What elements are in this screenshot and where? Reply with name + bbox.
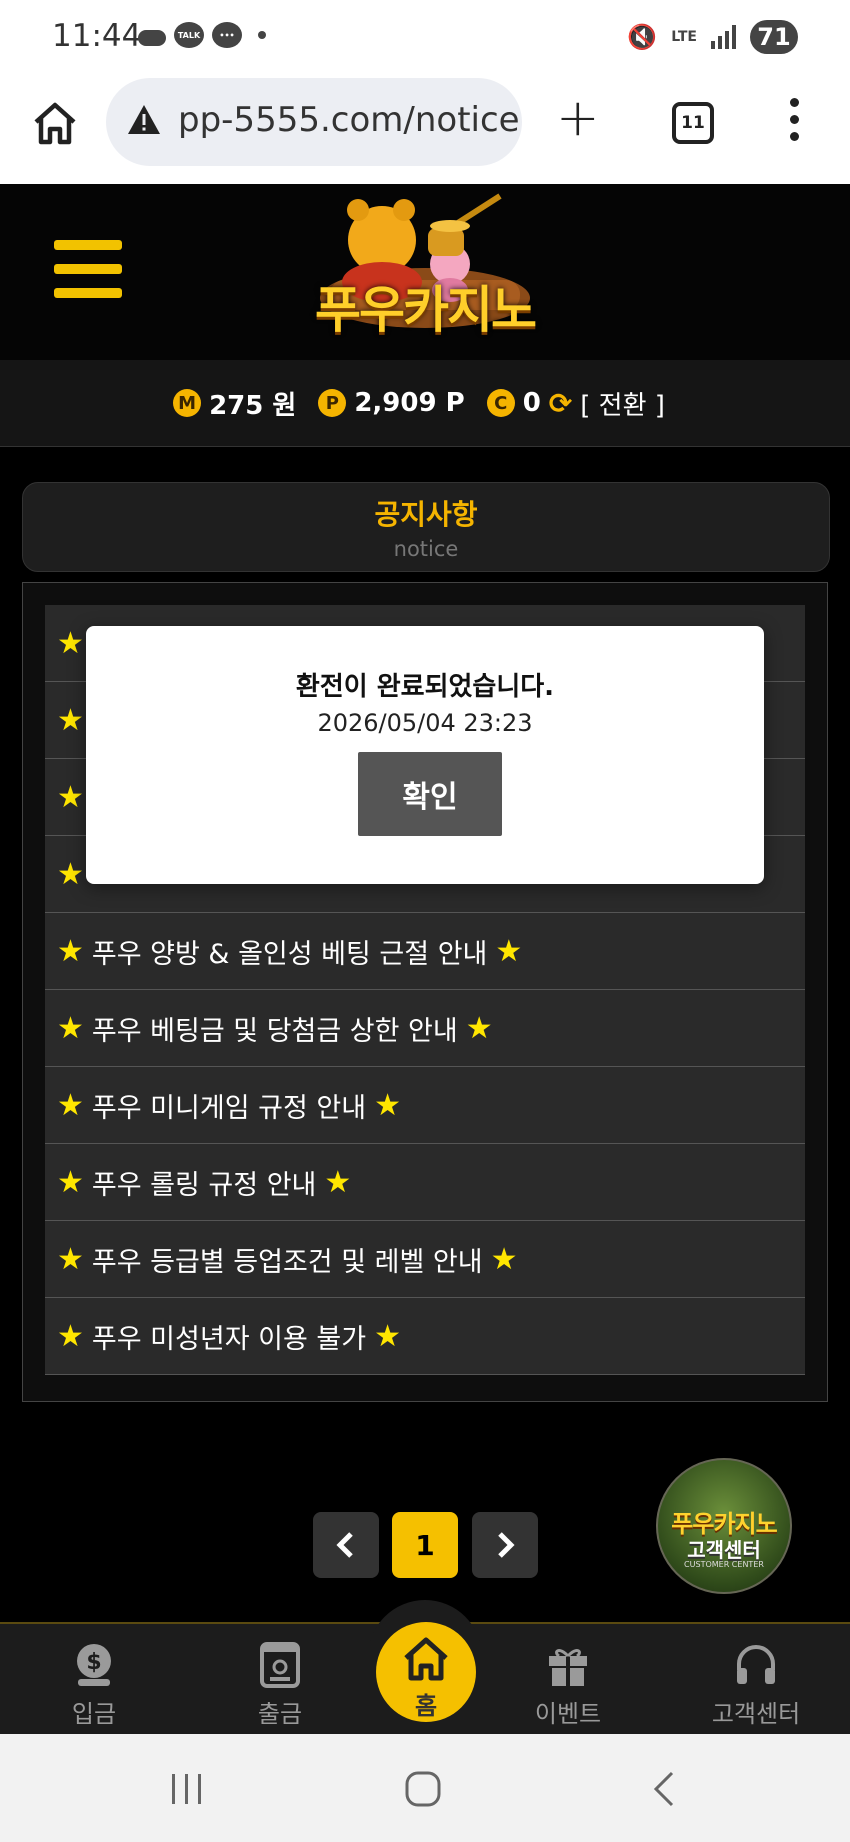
status-bar: 11:44 TALK ••• 🔇 LTE 71: [0, 0, 850, 74]
menu-icon[interactable]: [54, 240, 122, 312]
page-title: 공지사항: [374, 498, 478, 531]
nav-home-label: 홈: [414, 1692, 438, 1720]
chevron-right-icon: [498, 1532, 515, 1558]
chat-icon: •••: [212, 22, 242, 48]
notice-header: 공지사항 notice: [22, 482, 830, 572]
tab-switcher-button[interactable]: 11: [672, 102, 714, 144]
cs-badge-label: 고객센터: [687, 1538, 761, 1562]
casino-value: 0: [522, 388, 541, 418]
page-1-button[interactable]: 1: [392, 1512, 458, 1578]
kakaotalk-icon: TALK: [174, 22, 204, 48]
svg-text:$: $: [86, 1650, 101, 1675]
casino-balance: C 0 ⟳ [ 전환 ]: [486, 385, 665, 422]
money-coin-icon: M: [173, 389, 202, 417]
android-nav-bar: [0, 1734, 850, 1842]
star-icon: ★: [374, 1087, 401, 1123]
star-icon: ★: [57, 1010, 84, 1046]
signal-icon: [711, 25, 736, 49]
star-icon: ★: [57, 779, 84, 815]
notice-item[interactable]: ★ 푸우 양방 & 올인성 베팅 근절 안내 ★: [45, 913, 805, 990]
money-value: 275 원: [209, 390, 297, 421]
refresh-icon[interactable]: ⟳: [549, 387, 572, 420]
notice-item[interactable]: ★ 푸우 미성년자 이용 불가 ★: [45, 1298, 805, 1375]
more-menu-icon[interactable]: [790, 98, 800, 149]
page-subtitle: notice: [393, 537, 459, 561]
star-icon: ★: [465, 1010, 493, 1046]
star-icon: ★: [57, 625, 84, 661]
point-value: 2,909 P: [354, 388, 465, 418]
site-logo[interactable]: 푸우카지노: [300, 188, 550, 356]
money-balance: M 275 원: [173, 385, 296, 422]
star-icon: ★: [374, 1318, 401, 1354]
notice-item[interactable]: ★ 푸우 미니게임 규정 안내 ★: [45, 1067, 805, 1144]
notice-item[interactable]: ★ 푸우 등급별 등업조건 및 레벨 안내 ★: [45, 1221, 805, 1298]
chevron-left-icon: [336, 1532, 353, 1558]
warning-icon[interactable]: [126, 102, 162, 138]
star-icon: ★: [57, 1164, 84, 1200]
house-icon: [404, 1637, 448, 1681]
notice-item[interactable]: ★ 푸우 롤링 규정 안내 ★: [45, 1144, 805, 1221]
star-icon: ★: [57, 1318, 84, 1354]
star-icon: ★: [57, 1241, 84, 1277]
notice-item[interactable]: ★ 푸우 베팅금 및 당첨금 상한 안내 ★: [45, 990, 805, 1067]
cloud-icon: [138, 30, 166, 46]
nav-withdraw-label: 출금: [257, 1700, 303, 1728]
mute-icon: 🔇: [627, 23, 658, 51]
notice-item-label: 푸우 미니게임 규정 안내: [91, 1092, 367, 1124]
star-icon: ★: [57, 1087, 84, 1123]
nav-support[interactable]: 고객센터: [696, 1640, 816, 1729]
nav-event-label: 이벤트: [534, 1700, 602, 1728]
url-text[interactable]: pp-5555.com/notice: [178, 100, 520, 140]
point-balance: P 2,909 P: [318, 388, 465, 418]
star-icon: ★: [324, 1164, 352, 1200]
dialog-message: 환전이 완료되었습니다.: [295, 672, 555, 702]
gift-icon: [549, 1649, 587, 1686]
notice-item-label: 푸우 양방 & 올인성 베팅 근절 안내: [91, 938, 488, 970]
star-icon: ★: [57, 933, 84, 969]
cs-badge-sublabel: CUSTOMER CENTER: [684, 1560, 764, 1569]
status-time: 11:44: [52, 18, 142, 54]
lte-icon: LTE: [671, 29, 697, 45]
money-bag-icon: $: [77, 1644, 111, 1686]
alert-dialog: 환전이 완료되었습니다. 2026/05/04 23:23 확인: [86, 626, 764, 884]
android-home-icon[interactable]: [404, 1770, 442, 1808]
star-icon: ★: [57, 702, 84, 738]
home-icon[interactable]: [30, 98, 80, 148]
casino-coin-icon: C: [486, 389, 515, 417]
more-notifications-icon: [258, 31, 266, 39]
star-icon: ★: [57, 856, 84, 892]
notification-icons: TALK •••: [138, 22, 266, 48]
prev-page-button[interactable]: [313, 1512, 379, 1578]
system-icons: 🔇 LTE 71: [627, 20, 798, 54]
atm-icon: [260, 1642, 300, 1688]
next-page-button[interactable]: [472, 1512, 538, 1578]
battery-indicator: 71: [750, 20, 798, 54]
nav-deposit[interactable]: $ 입금: [34, 1640, 154, 1729]
confirm-button[interactable]: 확인: [358, 752, 502, 836]
browser-toolbar: pp-5555.com/notice + 11: [0, 74, 850, 184]
star-icon: ★: [495, 933, 523, 969]
site-header: 푸우카지노: [0, 184, 850, 361]
convert-button[interactable]: [ 전환 ]: [580, 385, 665, 422]
notice-item-label: 푸우 미성년자 이용 불가: [91, 1323, 367, 1355]
recent-apps-icon[interactable]: [168, 1772, 206, 1806]
nav-support-label: 고객센터: [711, 1700, 801, 1728]
star-icon: ★: [490, 1241, 518, 1277]
nav-withdraw[interactable]: 출금: [220, 1640, 340, 1729]
notice-item-label: 푸우 등급별 등업조건 및 레벨 안내: [91, 1246, 483, 1278]
customer-center-float-button[interactable]: 푸우카지노 고객센터 CUSTOMER CENTER: [656, 1458, 792, 1594]
address-bar[interactable]: pp-5555.com/notice: [106, 78, 522, 166]
new-tab-button[interactable]: +: [556, 88, 600, 148]
balance-bar: M 275 원 P 2,909 P C 0 ⟳ [ 전환 ]: [0, 360, 850, 447]
logo-text: 푸우카지노: [315, 281, 537, 339]
back-icon[interactable]: [648, 1770, 678, 1808]
point-coin-icon: P: [318, 389, 347, 417]
nav-deposit-label: 입금: [71, 1700, 117, 1728]
nav-event[interactable]: 이벤트: [508, 1640, 628, 1729]
notice-item-label: 푸우 롤링 규정 안내: [91, 1169, 317, 1201]
notice-item-label: 푸우 베팅금 및 당첨금 상한 안내: [91, 1015, 458, 1047]
headset-icon: [737, 1645, 775, 1684]
dialog-datetime: 2026/05/04 23:23: [317, 709, 533, 737]
